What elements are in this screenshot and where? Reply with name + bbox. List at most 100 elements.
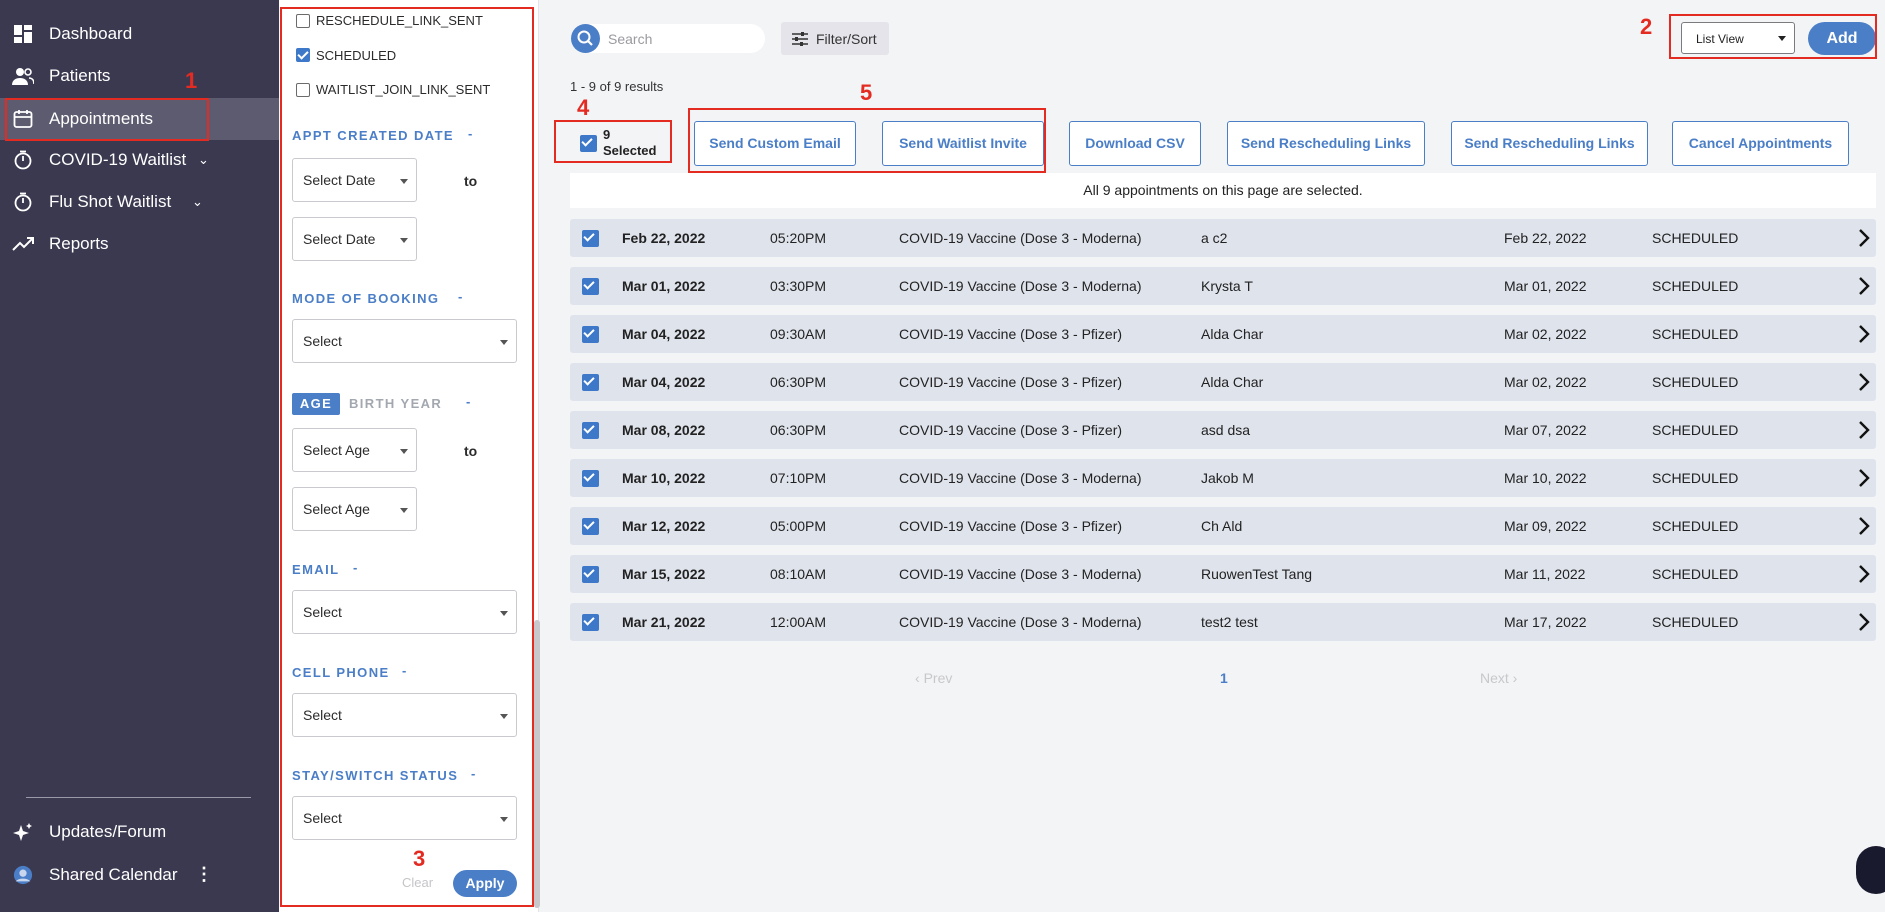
timer-icon	[14, 150, 32, 170]
patient-name: Jakob M	[1201, 470, 1254, 486]
patient-name: Krysta T	[1201, 278, 1253, 294]
row-checkbox[interactable]	[582, 230, 599, 247]
search-icon[interactable]	[571, 24, 600, 53]
row-checkbox[interactable]	[582, 326, 599, 343]
appt-service: COVID-19 Vaccine (Dose 3 - Pfizer)	[899, 422, 1123, 438]
appt-status: SCHEDULED	[1652, 326, 1739, 342]
appt-time: 08:10AM	[770, 566, 827, 582]
row-checkbox[interactable]	[582, 518, 599, 535]
sidebar-item-label: Updates/Forum	[49, 822, 167, 841]
appt-status: SCHEDULED	[1652, 518, 1739, 534]
appt-status: SCHEDULED	[1652, 566, 1739, 582]
appt-date: Mar 04, 2022	[622, 374, 706, 390]
appt-time: 05:00PM	[770, 518, 827, 534]
created-date: Feb 22, 2022	[1504, 230, 1587, 246]
search-input[interactable]: Search	[571, 24, 765, 53]
table-row[interactable]: Mar 12, 2022 05:00PM COVID-19 Vaccine (D…	[570, 507, 1876, 545]
appt-service: COVID-19 Vaccine (Dose 3 - Pfizer)	[899, 518, 1123, 534]
sidebar-item-label: Reports	[49, 234, 109, 253]
search-placeholder: Search	[608, 31, 653, 47]
chevron-right-icon[interactable]	[1858, 372, 1870, 392]
patient-name: Alda Char	[1201, 374, 1264, 390]
appt-date: Mar 12, 2022	[622, 518, 706, 534]
results-count: 1 - 9 of 9 results	[570, 79, 664, 94]
sidebar-item-patients[interactable]: Patients	[0, 55, 279, 97]
download-csv-button[interactable]: Download CSV	[1069, 121, 1201, 166]
chevron-right-icon[interactable]	[1858, 420, 1870, 440]
sidebar-item-label: Shared Calendar	[49, 865, 178, 884]
table-row[interactable]: Mar 04, 2022 09:30AM COVID-19 Vaccine (D…	[570, 315, 1876, 353]
pagination-next[interactable]: Next ›	[1480, 670, 1517, 686]
appt-date: Mar 10, 2022	[622, 470, 706, 486]
appt-time: 06:30PM	[770, 422, 827, 438]
chat-launcher-button[interactable]	[1856, 846, 1885, 894]
table-row[interactable]: Mar 10, 2022 07:10PM COVID-19 Vaccine (D…	[570, 459, 1876, 497]
chevron-right-icon[interactable]	[1858, 228, 1870, 248]
appt-date: Mar 15, 2022	[622, 566, 706, 582]
created-date: Mar 02, 2022	[1504, 326, 1587, 342]
chevron-down-icon[interactable]: ⌄	[192, 194, 203, 210]
sidebar-item-reports[interactable]: Reports	[0, 223, 279, 265]
row-checkbox[interactable]	[582, 278, 599, 295]
appt-time: 05:20PM	[770, 230, 827, 246]
selection-banner: All 9 appointments on this page are sele…	[570, 173, 1876, 208]
sidebar-item-dashboard[interactable]: Dashboard	[0, 13, 279, 55]
chevron-right-icon[interactable]	[1858, 324, 1870, 344]
created-date: Mar 17, 2022	[1504, 614, 1587, 630]
cancel-appointments-button[interactable]: Cancel Appointments	[1672, 121, 1849, 166]
filter-sort-button[interactable]: Filter/Sort	[781, 22, 889, 55]
chevron-down-icon[interactable]: ⌄	[198, 152, 209, 168]
patient-name: asd dsa	[1201, 422, 1251, 438]
sidebar-divider	[26, 797, 251, 798]
created-date: Mar 07, 2022	[1504, 422, 1587, 438]
table-row[interactable]: Mar 21, 2022 12:00AM COVID-19 Vaccine (D…	[570, 603, 1876, 641]
appt-time: 12:00AM	[770, 614, 827, 630]
row-checkbox[interactable]	[582, 566, 599, 583]
appt-time: 06:30PM	[770, 374, 827, 390]
appt-date: Mar 04, 2022	[622, 326, 706, 342]
sparkle-icon	[13, 823, 32, 841]
appt-time: 03:30PM	[770, 278, 827, 294]
pagination-page[interactable]: 1	[1220, 670, 1228, 686]
created-date: Mar 10, 2022	[1504, 470, 1587, 486]
table-row[interactable]: Feb 22, 2022 05:20PM COVID-19 Vaccine (D…	[570, 219, 1876, 257]
table-row[interactable]: Mar 08, 2022 06:30PM COVID-19 Vaccine (D…	[570, 411, 1876, 449]
row-checkbox[interactable]	[582, 374, 599, 391]
annotation-box-1	[5, 98, 209, 141]
appt-service: COVID-19 Vaccine (Dose 3 - Pfizer)	[899, 374, 1123, 390]
sidebar-item-flu-waitlist[interactable]: Flu Shot Waitlist ⌄	[0, 181, 279, 223]
row-checkbox[interactable]	[582, 422, 599, 439]
appt-service: COVID-19 Vaccine (Dose 3 - Moderna)	[899, 278, 1142, 294]
sidebar-item-shared-calendar[interactable]: Shared Calendar ⋮	[0, 854, 279, 896]
more-vertical-icon[interactable]: ⋮	[195, 864, 213, 885]
row-checkbox[interactable]	[582, 470, 599, 487]
sliders-icon	[792, 32, 808, 46]
annotation-number-4: 4	[577, 95, 590, 120]
send-rescheduling-links-button[interactable]: Send Rescheduling Links	[1227, 121, 1425, 166]
chevron-right-icon[interactable]	[1858, 612, 1870, 632]
table-row[interactable]: Mar 15, 2022 08:10AM COVID-19 Vaccine (D…	[570, 555, 1876, 593]
annotation-number-5: 5	[860, 80, 873, 105]
sidebar-item-covid-waitlist[interactable]: COVID-19 Waitlist ⌄	[0, 139, 279, 181]
chevron-right-icon[interactable]	[1858, 276, 1870, 296]
chevron-right-icon[interactable]	[1858, 468, 1870, 488]
appt-service: COVID-19 Vaccine (Dose 3 - Moderna)	[899, 470, 1142, 486]
sidebar-item-updates-forum[interactable]: Updates/Forum	[0, 811, 279, 853]
created-date: Mar 11, 2022	[1504, 566, 1586, 582]
trend-icon	[12, 237, 34, 251]
patient-name: a c2	[1201, 230, 1228, 246]
row-checkbox[interactable]	[582, 614, 599, 631]
table-row[interactable]: Mar 04, 2022 06:30PM COVID-19 Vaccine (D…	[570, 363, 1876, 401]
pagination-prev[interactable]: ‹ Prev	[915, 670, 952, 686]
appt-service: COVID-19 Vaccine (Dose 3 - Moderna)	[899, 230, 1142, 246]
filter-panel-scrollbar[interactable]	[534, 620, 540, 908]
chevron-right-icon[interactable]	[1858, 564, 1870, 584]
patient-name: Ch Ald	[1201, 518, 1243, 534]
annotation-box-5	[688, 108, 1046, 173]
table-row[interactable]: Mar 01, 2022 03:30PM COVID-19 Vaccine (D…	[570, 267, 1876, 305]
chevron-right-icon[interactable]	[1858, 516, 1870, 536]
send-rescheduling-links-button-2[interactable]: Send Rescheduling Links	[1451, 121, 1648, 166]
appt-date: Mar 08, 2022	[622, 422, 706, 438]
sidebar-item-label: Flu Shot Waitlist	[49, 192, 172, 211]
appt-time: 09:30AM	[770, 326, 827, 342]
